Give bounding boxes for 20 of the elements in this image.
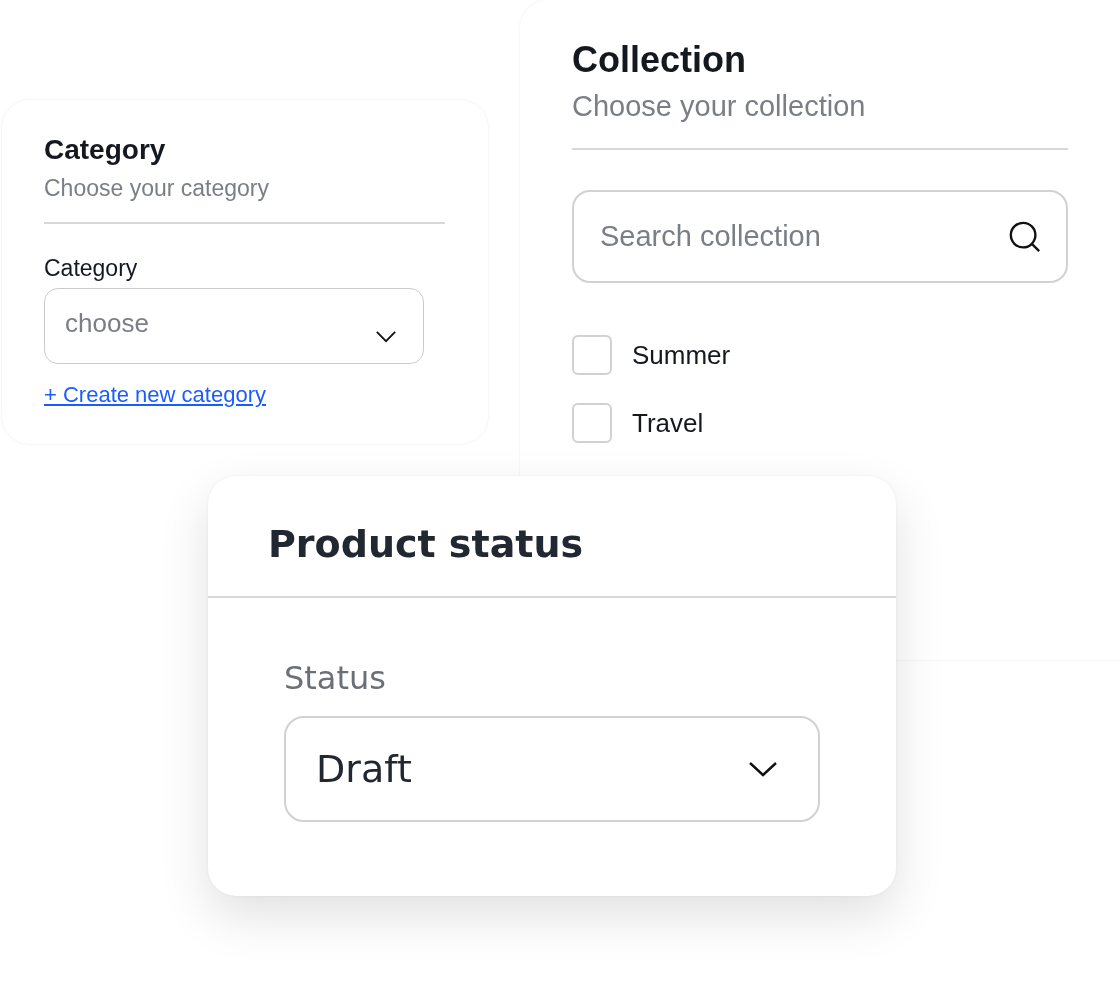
card-title: Category bbox=[44, 134, 167, 166]
checkbox[interactable] bbox=[572, 403, 612, 443]
checkbox-label: Travel bbox=[632, 407, 704, 439]
card-title: Product status bbox=[267, 521, 585, 568]
status-select[interactable]: Draft bbox=[284, 716, 820, 822]
category-select[interactable]: choose bbox=[44, 288, 424, 364]
search-field[interactable]: Search collection bbox=[572, 190, 1068, 283]
card-title: Collection bbox=[572, 38, 747, 82]
search-placeholder: Search collection bbox=[600, 220, 822, 253]
chevron-down-icon bbox=[375, 329, 397, 343]
checkbox[interactable] bbox=[572, 335, 612, 375]
card-subtitle: Choose your collection bbox=[572, 89, 867, 124]
field-label: Status bbox=[284, 658, 387, 698]
select-placeholder: choose bbox=[65, 307, 149, 339]
create-category-link[interactable]: + Create new category bbox=[44, 382, 266, 408]
field-label: Category bbox=[44, 254, 139, 282]
search-icon bbox=[1008, 219, 1042, 254]
checkbox-label: Summer bbox=[632, 339, 731, 371]
chevron-down-icon bbox=[748, 761, 778, 777]
card-subtitle: Choose your category bbox=[44, 174, 270, 202]
